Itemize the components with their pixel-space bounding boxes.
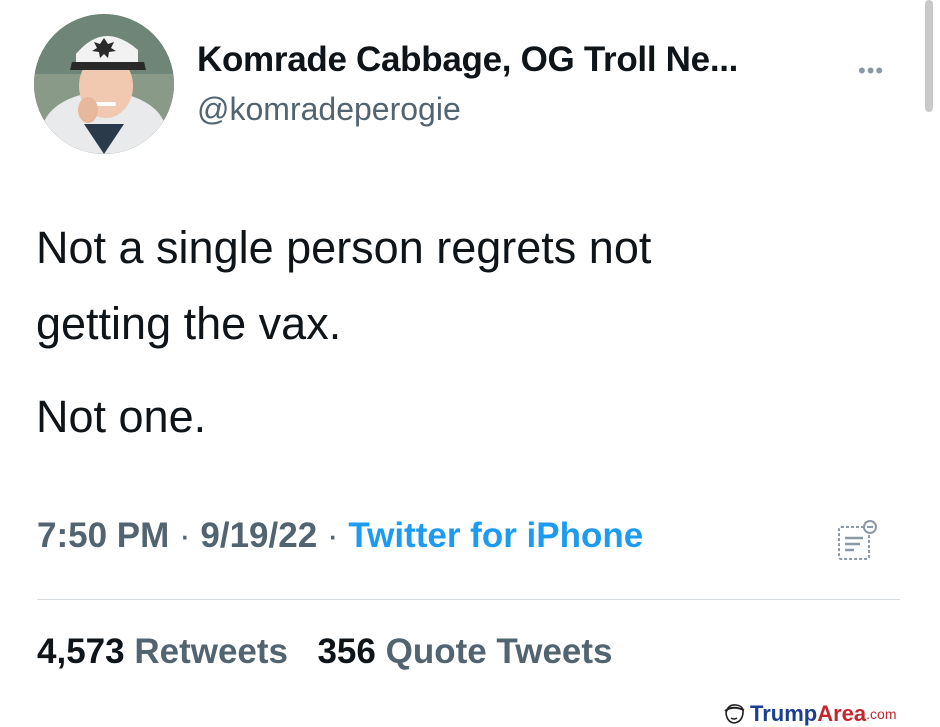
separator: · [179, 516, 201, 555]
separator: · [326, 516, 349, 555]
tweet-date[interactable]: 9/19/22 [200, 516, 317, 555]
tweet-text-line: Not one. [36, 391, 207, 442]
retweets-count: 4,573 [37, 632, 125, 671]
more-icon[interactable]: ••• [858, 58, 884, 84]
scrollbar[interactable] [925, 0, 933, 112]
watermark-text: Trump [750, 701, 818, 726]
trump-head-icon [724, 704, 745, 724]
retweets-link[interactable]: 4,573 Retweets [37, 632, 298, 671]
tweet-stats: 4,573 Retweets 356 Quote Tweets [37, 632, 613, 672]
tweet-source-link[interactable]: Twitter for iPhone [348, 516, 643, 555]
tweet-text-line: getting the vax. [36, 298, 342, 349]
quotes-count: 356 [317, 632, 376, 671]
quote-tweets-link[interactable]: 356 Quote Tweets [317, 632, 612, 671]
quotes-label: Quote Tweets [385, 632, 613, 671]
watermark: Trump Area .com [722, 701, 897, 726]
tweet-time[interactable]: 7:50 PM [37, 516, 169, 555]
watermark-text: Area [817, 701, 867, 726]
watermark-suffix: .com [866, 706, 897, 722]
tweet-text-line: Not a single person regrets not [36, 222, 652, 273]
tweet-meta: 7:50 PM · 9/19/22 · Twitter for iPhone [37, 516, 643, 556]
handle[interactable]: @komradeperogie [197, 91, 461, 128]
analytics-icon[interactable] [836, 518, 878, 562]
display-name[interactable]: Komrade Cabbage, OG Troll Ne... [197, 40, 738, 80]
divider [37, 599, 900, 600]
retweets-label: Retweets [134, 632, 288, 671]
avatar[interactable] [34, 14, 174, 154]
